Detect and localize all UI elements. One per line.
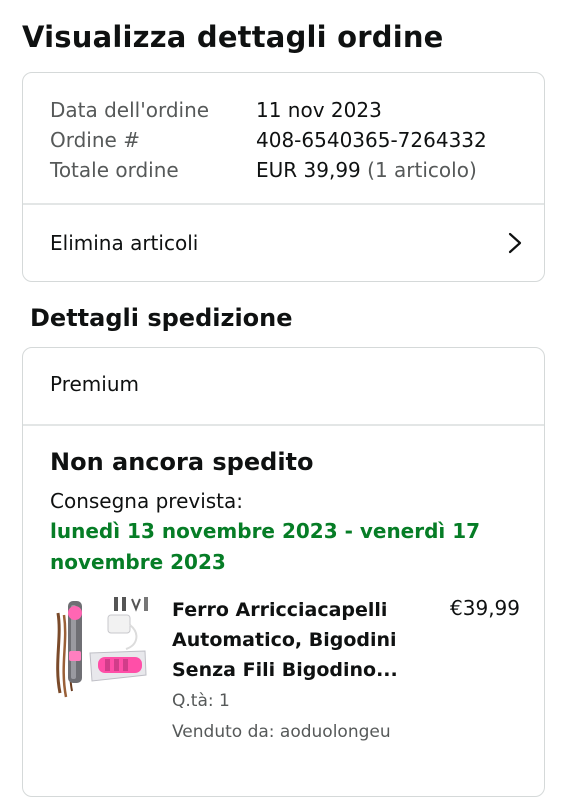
order-details-page: Visualizza dettagli ordine Data dell'ord… [0,0,567,800]
shipment-section-title: Dettagli spedizione [30,304,293,332]
order-number-row: Ordine # 408-6540365-7264332 [50,125,487,155]
product-quantity: Q.tà: 1 [172,691,230,711]
order-summary-card: Data dell'ordine 11 nov 2023 Ordine # 40… [22,72,545,282]
shipment-status: Non ancora spedito [50,448,314,476]
order-number-label: Ordine # [50,128,140,152]
product-seller: Venduto da: aoduolongeu [172,722,391,742]
order-date-value: 11 nov 2023 [256,98,382,122]
delete-items-link[interactable]: Elimina articoli [23,204,544,281]
order-total-amount: EUR 39,99 [256,158,361,182]
order-total-value: EUR 39,99 (1 articolo) [256,158,477,182]
page-title: Visualizza dettagli ordine [22,20,444,54]
shipment-divider [23,424,544,426]
product-item: Ferro Arricciacapelli Automatico, Bigodi… [50,593,530,743]
order-item-count: (1 articolo) [360,158,477,182]
order-number-value: 408-6540365-7264332 [256,128,487,152]
delete-items-label: Elimina articoli [50,230,199,255]
product-title-link[interactable]: Ferro Arricciacapelli Automatico, Bigodi… [172,595,432,685]
product-price: €39,99 [450,596,520,620]
order-summary-rows: Data dell'ordine 11 nov 2023 Ordine # 40… [50,95,487,185]
shipment-card: Premium Non ancora spedito Consegna prev… [22,347,545,797]
chevron-right-icon [508,232,522,253]
order-total-row: Totale ordine EUR 39,99 (1 articolo) [50,155,487,185]
order-date-label: Data dell'ordine [50,98,210,122]
order-total-label: Totale ordine [50,158,179,182]
delivery-label: Consegna prevista: [50,489,244,513]
hair-curler-product-image[interactable] [50,593,153,703]
shipping-method: Premium [50,372,139,396]
order-date-row: Data dell'ordine 11 nov 2023 [50,95,487,125]
delivery-date: lunedì 13 novembre 2023 - venerdì 17 nov… [50,519,481,574]
